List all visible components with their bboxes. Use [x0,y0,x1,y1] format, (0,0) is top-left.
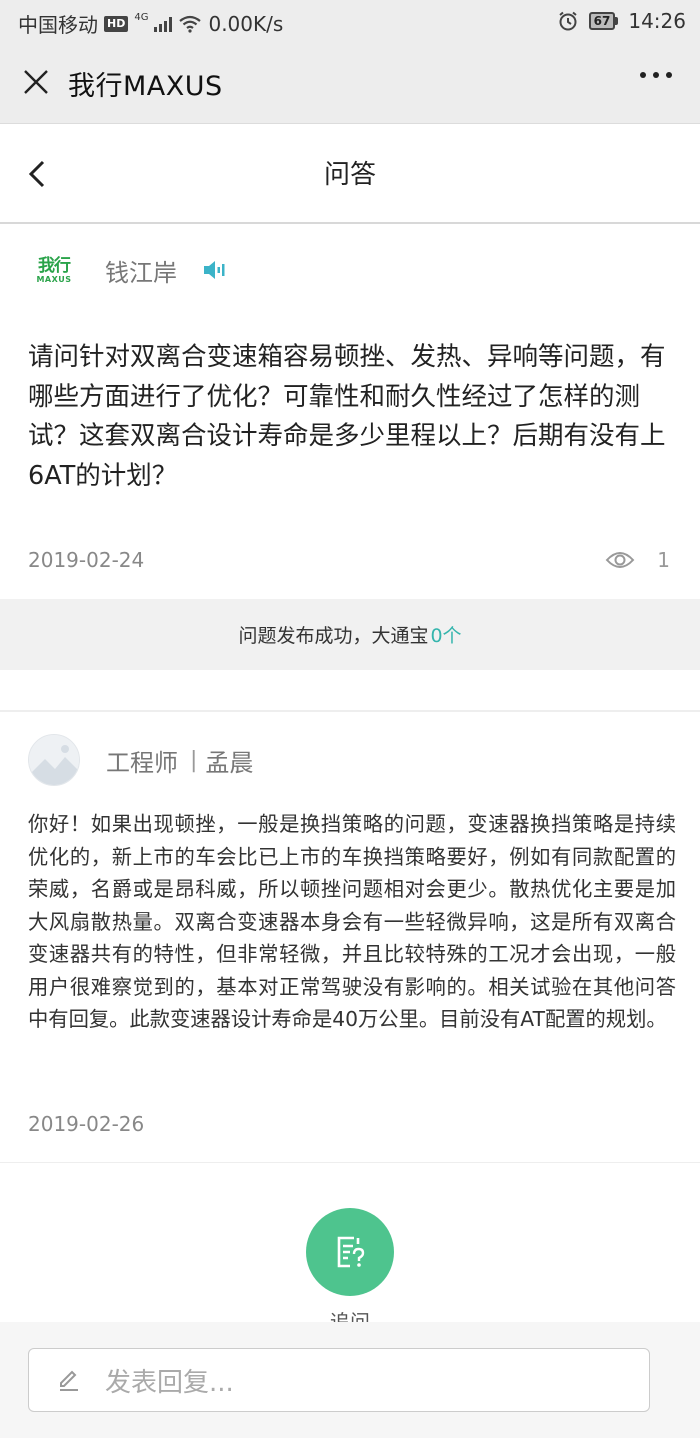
author-name: 钱江岸 [105,258,177,287]
page-title: 问答 [323,160,376,190]
carrier-label: 中国移动 [18,13,98,37]
answer-divider [0,1162,700,1163]
app-title-bar: 我行MAXUS [0,42,700,124]
question-author: 我行 MAXUS 钱江岸 [30,248,227,292]
speaker-icon[interactable] [201,257,227,283]
question-date: 2019-02-24 [28,548,145,572]
alarm-icon [559,11,577,31]
page-header: 问答 [0,124,700,224]
banner-text: 问题发布成功，大通宝 [238,625,429,647]
maxus-logo: 我行 MAXUS [30,250,78,290]
answer-author: 工程师 | 孟晨 [28,734,254,786]
answer-text: 你好！如果出现顿挫，一般是换挡策略的问题，变速器换挡策略是持续优化的，新上市的车… [28,812,676,1031]
follow-up-label: 追问 [330,1310,370,1322]
publish-success-banner: 问题发布成功，大通宝 0个 [0,599,700,670]
status-right: 67 14:26 [557,9,686,33]
logo-text-en: MAXUS [36,274,72,284]
engineer-name: 孟晨 [205,748,254,777]
network-type: 4G [134,12,149,23]
pencil-icon [60,1370,78,1391]
status-left: 中国移动 HD 4G 0.00K/s [18,9,283,38]
reply-bar: 发表回复... [0,1322,700,1438]
wifi-icon [179,15,202,33]
question-note-icon [337,1236,365,1268]
avatar [28,734,80,786]
app-title: 我行MAXUS [68,71,223,102]
follow-up-button[interactable] [306,1208,394,1296]
answer-date: 2019-02-26 [28,1112,145,1136]
view-count-value: 1 [657,548,670,572]
status-bar: 中国移动 HD 4G 0.00K/s 67 14:26 [0,0,700,42]
eye-icon [605,552,635,568]
reply-placeholder: 发表回复... [105,1367,234,1398]
question-text: 请问针对双离合变速箱容易顿挫、发热、异响等问题，有哪些方面进行了优化？可靠性和耐… [28,342,666,491]
more-icon[interactable] [640,72,672,78]
engineer-role: 工程师 [106,748,178,777]
battery-icon: 67 [588,12,619,30]
banner-count: 0个 [430,625,462,647]
logo-text-cn: 我行 [38,255,71,276]
hd-badge: HD [104,15,129,32]
clock: 14:26 [628,9,686,33]
network-speed: 0.00K/s [208,11,284,36]
battery-level: 67 [588,12,616,30]
signal-icon [154,16,173,32]
reply-input[interactable]: 发表回复... [28,1348,650,1412]
close-icon [24,70,48,94]
view-count: 1 [605,548,670,572]
section-divider [0,710,700,712]
role-separator: | [190,747,198,773]
close-button[interactable] [18,64,54,100]
